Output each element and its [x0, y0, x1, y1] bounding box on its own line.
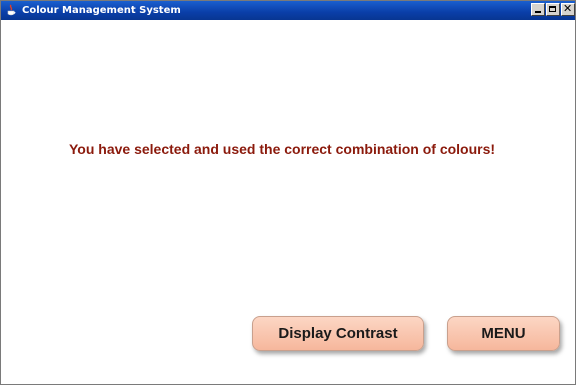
maximize-icon: [549, 6, 556, 12]
window-title: Colour Management System: [22, 5, 181, 16]
minimize-icon: [535, 11, 541, 13]
menu-button[interactable]: MENU: [447, 316, 560, 351]
close-icon: ✕: [563, 2, 573, 15]
window-controls: ✕: [530, 2, 575, 16]
display-contrast-button[interactable]: Display Contrast: [252, 316, 424, 351]
java-cup-icon: [4, 4, 18, 18]
close-button[interactable]: ✕: [561, 2, 575, 16]
maximize-button[interactable]: [546, 3, 560, 16]
app-window: Colour Management System ✕ You have sele…: [0, 0, 576, 385]
result-message: You have selected and used the correct c…: [69, 141, 496, 157]
title-bar[interactable]: Colour Management System ✕: [1, 1, 575, 20]
minimize-button[interactable]: [531, 3, 545, 16]
